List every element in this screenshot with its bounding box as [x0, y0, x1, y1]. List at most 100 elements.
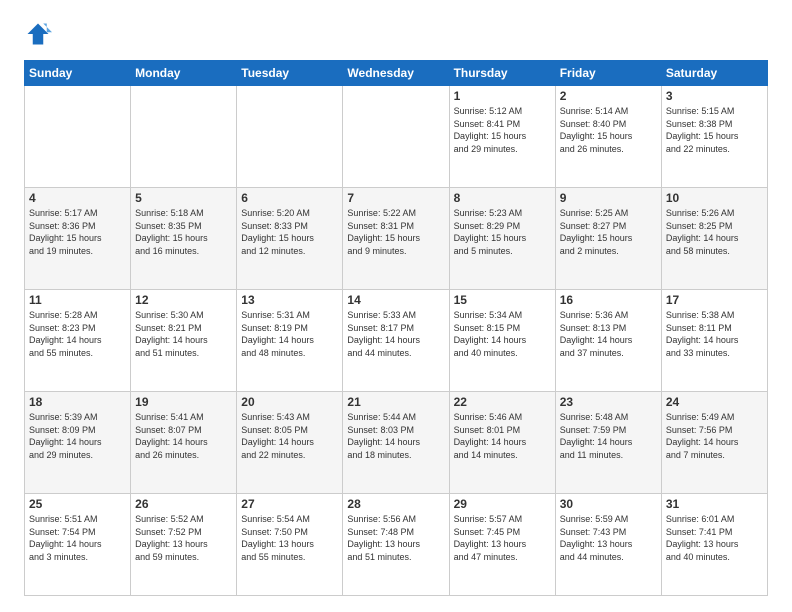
calendar-cell: 29 Sunrise: 5:57 AM Sunset: 7:45 PM Dayli…	[449, 494, 555, 596]
calendar-week-5: 25 Sunrise: 5:51 AM Sunset: 7:54 PM Dayli…	[25, 494, 768, 596]
day-number: 25	[29, 497, 126, 511]
calendar-cell: 9 Sunrise: 5:25 AM Sunset: 8:27 PM Daylig…	[555, 188, 661, 290]
day-number: 4	[29, 191, 126, 205]
day-number: 11	[29, 293, 126, 307]
day-number: 19	[135, 395, 232, 409]
calendar-cell: 8Sunrise: 5:23 AM Sunset: 8:29 PM Daylig…	[449, 188, 555, 290]
day-number: 5	[135, 191, 232, 205]
calendar-cell: 25 Sunrise: 5:51 AM Sunset: 7:54 PM Dayli…	[25, 494, 131, 596]
day-number: 7	[347, 191, 444, 205]
day-info: Sunrise: 5:59 AM Sunset: 7:43 PM Dayligh…	[560, 513, 657, 563]
calendar-cell: 2 Sunrise: 5:14 AM Sunset: 8:40 PM Daylig…	[555, 86, 661, 188]
day-info: Sunrise: 5:56 AM Sunset: 7:48 PM Dayligh…	[347, 513, 444, 563]
calendar-header-sunday: Sunday	[25, 61, 131, 86]
calendar-cell: 1 Sunrise: 5:12 AM Sunset: 8:41 PM Daylig…	[449, 86, 555, 188]
calendar-week-2: 4 Sunrise: 5:17 AM Sunset: 8:36 PM Daylig…	[25, 188, 768, 290]
calendar-cell: 19 Sunrise: 5:41 AM Sunset: 8:07 PM Dayli…	[131, 392, 237, 494]
calendar-cell: 24 Sunrise: 5:49 AM Sunset: 7:56 PM Dayli…	[661, 392, 767, 494]
calendar-header-tuesday: Tuesday	[237, 61, 343, 86]
calendar-cell: 5 Sunrise: 5:18 AM Sunset: 8:35 PM Daylig…	[131, 188, 237, 290]
day-info: Sunrise: 5:22 AM Sunset: 8:31 PM Dayligh…	[347, 207, 444, 257]
day-info: Sunrise: 5:43 AM Sunset: 8:05 PM Dayligh…	[241, 411, 338, 461]
day-info: Sunrise: 5:41 AM Sunset: 8:07 PM Dayligh…	[135, 411, 232, 461]
day-info: Sunrise: 5:51 AM Sunset: 7:54 PM Dayligh…	[29, 513, 126, 563]
calendar-cell: 22 Sunrise: 5:46 AM Sunset: 8:01 PM Dayli…	[449, 392, 555, 494]
calendar-cell: 27Sunrise: 5:54 AM Sunset: 7:50 PM Dayli…	[237, 494, 343, 596]
calendar-cell: 3 Sunrise: 5:15 AM Sunset: 8:38 PM Daylig…	[661, 86, 767, 188]
calendar-cell: 23Sunrise: 5:48 AM Sunset: 7:59 PM Dayli…	[555, 392, 661, 494]
calendar-cell: 7 Sunrise: 5:22 AM Sunset: 8:31 PM Daylig…	[343, 188, 449, 290]
calendar-cell: 16Sunrise: 5:36 AM Sunset: 8:13 PM Dayli…	[555, 290, 661, 392]
day-info: Sunrise: 5:49 AM Sunset: 7:56 PM Dayligh…	[666, 411, 763, 461]
day-number: 3	[666, 89, 763, 103]
calendar-week-3: 11 Sunrise: 5:28 AM Sunset: 8:23 PM Dayli…	[25, 290, 768, 392]
calendar-header-monday: Monday	[131, 61, 237, 86]
day-info: Sunrise: 5:31 AM Sunset: 8:19 PM Dayligh…	[241, 309, 338, 359]
calendar-header-wednesday: Wednesday	[343, 61, 449, 86]
day-info: Sunrise: 5:17 AM Sunset: 8:36 PM Dayligh…	[29, 207, 126, 257]
day-number: 29	[454, 497, 551, 511]
calendar-cell	[131, 86, 237, 188]
calendar-cell: 30 Sunrise: 5:59 AM Sunset: 7:43 PM Dayli…	[555, 494, 661, 596]
day-number: 31	[666, 497, 763, 511]
day-info: Sunrise: 5:20 AM Sunset: 8:33 PM Dayligh…	[241, 207, 338, 257]
day-info: Sunrise: 5:34 AM Sunset: 8:15 PM Dayligh…	[454, 309, 551, 359]
calendar-header-row: SundayMondayTuesdayWednesdayThursdayFrid…	[25, 61, 768, 86]
day-number: 27	[241, 497, 338, 511]
day-info: Sunrise: 6:01 AM Sunset: 7:41 PM Dayligh…	[666, 513, 763, 563]
day-info: Sunrise: 5:39 AM Sunset: 8:09 PM Dayligh…	[29, 411, 126, 461]
day-number: 15	[454, 293, 551, 307]
day-info: Sunrise: 5:26 AM Sunset: 8:25 PM Dayligh…	[666, 207, 763, 257]
calendar-cell	[343, 86, 449, 188]
day-info: Sunrise: 5:14 AM Sunset: 8:40 PM Dayligh…	[560, 105, 657, 155]
calendar-header-saturday: Saturday	[661, 61, 767, 86]
day-info: Sunrise: 5:52 AM Sunset: 7:52 PM Dayligh…	[135, 513, 232, 563]
day-info: Sunrise: 5:33 AM Sunset: 8:17 PM Dayligh…	[347, 309, 444, 359]
calendar-cell: 11 Sunrise: 5:28 AM Sunset: 8:23 PM Dayli…	[25, 290, 131, 392]
day-info: Sunrise: 5:28 AM Sunset: 8:23 PM Dayligh…	[29, 309, 126, 359]
day-number: 12	[135, 293, 232, 307]
day-number: 20	[241, 395, 338, 409]
day-number: 2	[560, 89, 657, 103]
day-number: 18	[29, 395, 126, 409]
day-info: Sunrise: 5:44 AM Sunset: 8:03 PM Dayligh…	[347, 411, 444, 461]
day-number: 9	[560, 191, 657, 205]
logo-icon	[24, 20, 52, 48]
day-number: 26	[135, 497, 232, 511]
day-info: Sunrise: 5:46 AM Sunset: 8:01 PM Dayligh…	[454, 411, 551, 461]
day-info: Sunrise: 5:25 AM Sunset: 8:27 PM Dayligh…	[560, 207, 657, 257]
day-number: 30	[560, 497, 657, 511]
day-number: 21	[347, 395, 444, 409]
day-info: Sunrise: 5:30 AM Sunset: 8:21 PM Dayligh…	[135, 309, 232, 359]
calendar-cell: 4 Sunrise: 5:17 AM Sunset: 8:36 PM Daylig…	[25, 188, 131, 290]
calendar-week-1: 1 Sunrise: 5:12 AM Sunset: 8:41 PM Daylig…	[25, 86, 768, 188]
page: SundayMondayTuesdayWednesdayThursdayFrid…	[0, 0, 792, 612]
day-info: Sunrise: 5:48 AM Sunset: 7:59 PM Dayligh…	[560, 411, 657, 461]
day-info: Sunrise: 5:38 AM Sunset: 8:11 PM Dayligh…	[666, 309, 763, 359]
calendar-week-4: 18 Sunrise: 5:39 AM Sunset: 8:09 PM Dayli…	[25, 392, 768, 494]
day-number: 10	[666, 191, 763, 205]
day-info: Sunrise: 5:36 AM Sunset: 8:13 PM Dayligh…	[560, 309, 657, 359]
day-number: 6	[241, 191, 338, 205]
day-info: Sunrise: 5:57 AM Sunset: 7:45 PM Dayligh…	[454, 513, 551, 563]
day-number: 22	[454, 395, 551, 409]
calendar-cell	[237, 86, 343, 188]
calendar-header-thursday: Thursday	[449, 61, 555, 86]
day-number: 24	[666, 395, 763, 409]
day-info: Sunrise: 5:18 AM Sunset: 8:35 PM Dayligh…	[135, 207, 232, 257]
day-number: 13	[241, 293, 338, 307]
day-info: Sunrise: 5:23 AM Sunset: 8:29 PM Dayligh…	[454, 207, 551, 257]
calendar-cell: 18 Sunrise: 5:39 AM Sunset: 8:09 PM Dayli…	[25, 392, 131, 494]
calendar-cell: 26 Sunrise: 5:52 AM Sunset: 7:52 PM Dayli…	[131, 494, 237, 596]
calendar-cell: 20 Sunrise: 5:43 AM Sunset: 8:05 PM Dayli…	[237, 392, 343, 494]
header	[24, 20, 768, 48]
calendar-cell: 28Sunrise: 5:56 AM Sunset: 7:48 PM Dayli…	[343, 494, 449, 596]
day-info: Sunrise: 5:12 AM Sunset: 8:41 PM Dayligh…	[454, 105, 551, 155]
day-number: 14	[347, 293, 444, 307]
day-number: 1	[454, 89, 551, 103]
calendar-cell: 17Sunrise: 5:38 AM Sunset: 8:11 PM Dayli…	[661, 290, 767, 392]
day-info: Sunrise: 5:15 AM Sunset: 8:38 PM Dayligh…	[666, 105, 763, 155]
calendar-cell: 13 Sunrise: 5:31 AM Sunset: 8:19 PM Dayli…	[237, 290, 343, 392]
calendar-cell: 15 Sunrise: 5:34 AM Sunset: 8:15 PM Dayli…	[449, 290, 555, 392]
calendar-cell: 10 Sunrise: 5:26 AM Sunset: 8:25 PM Dayli…	[661, 188, 767, 290]
